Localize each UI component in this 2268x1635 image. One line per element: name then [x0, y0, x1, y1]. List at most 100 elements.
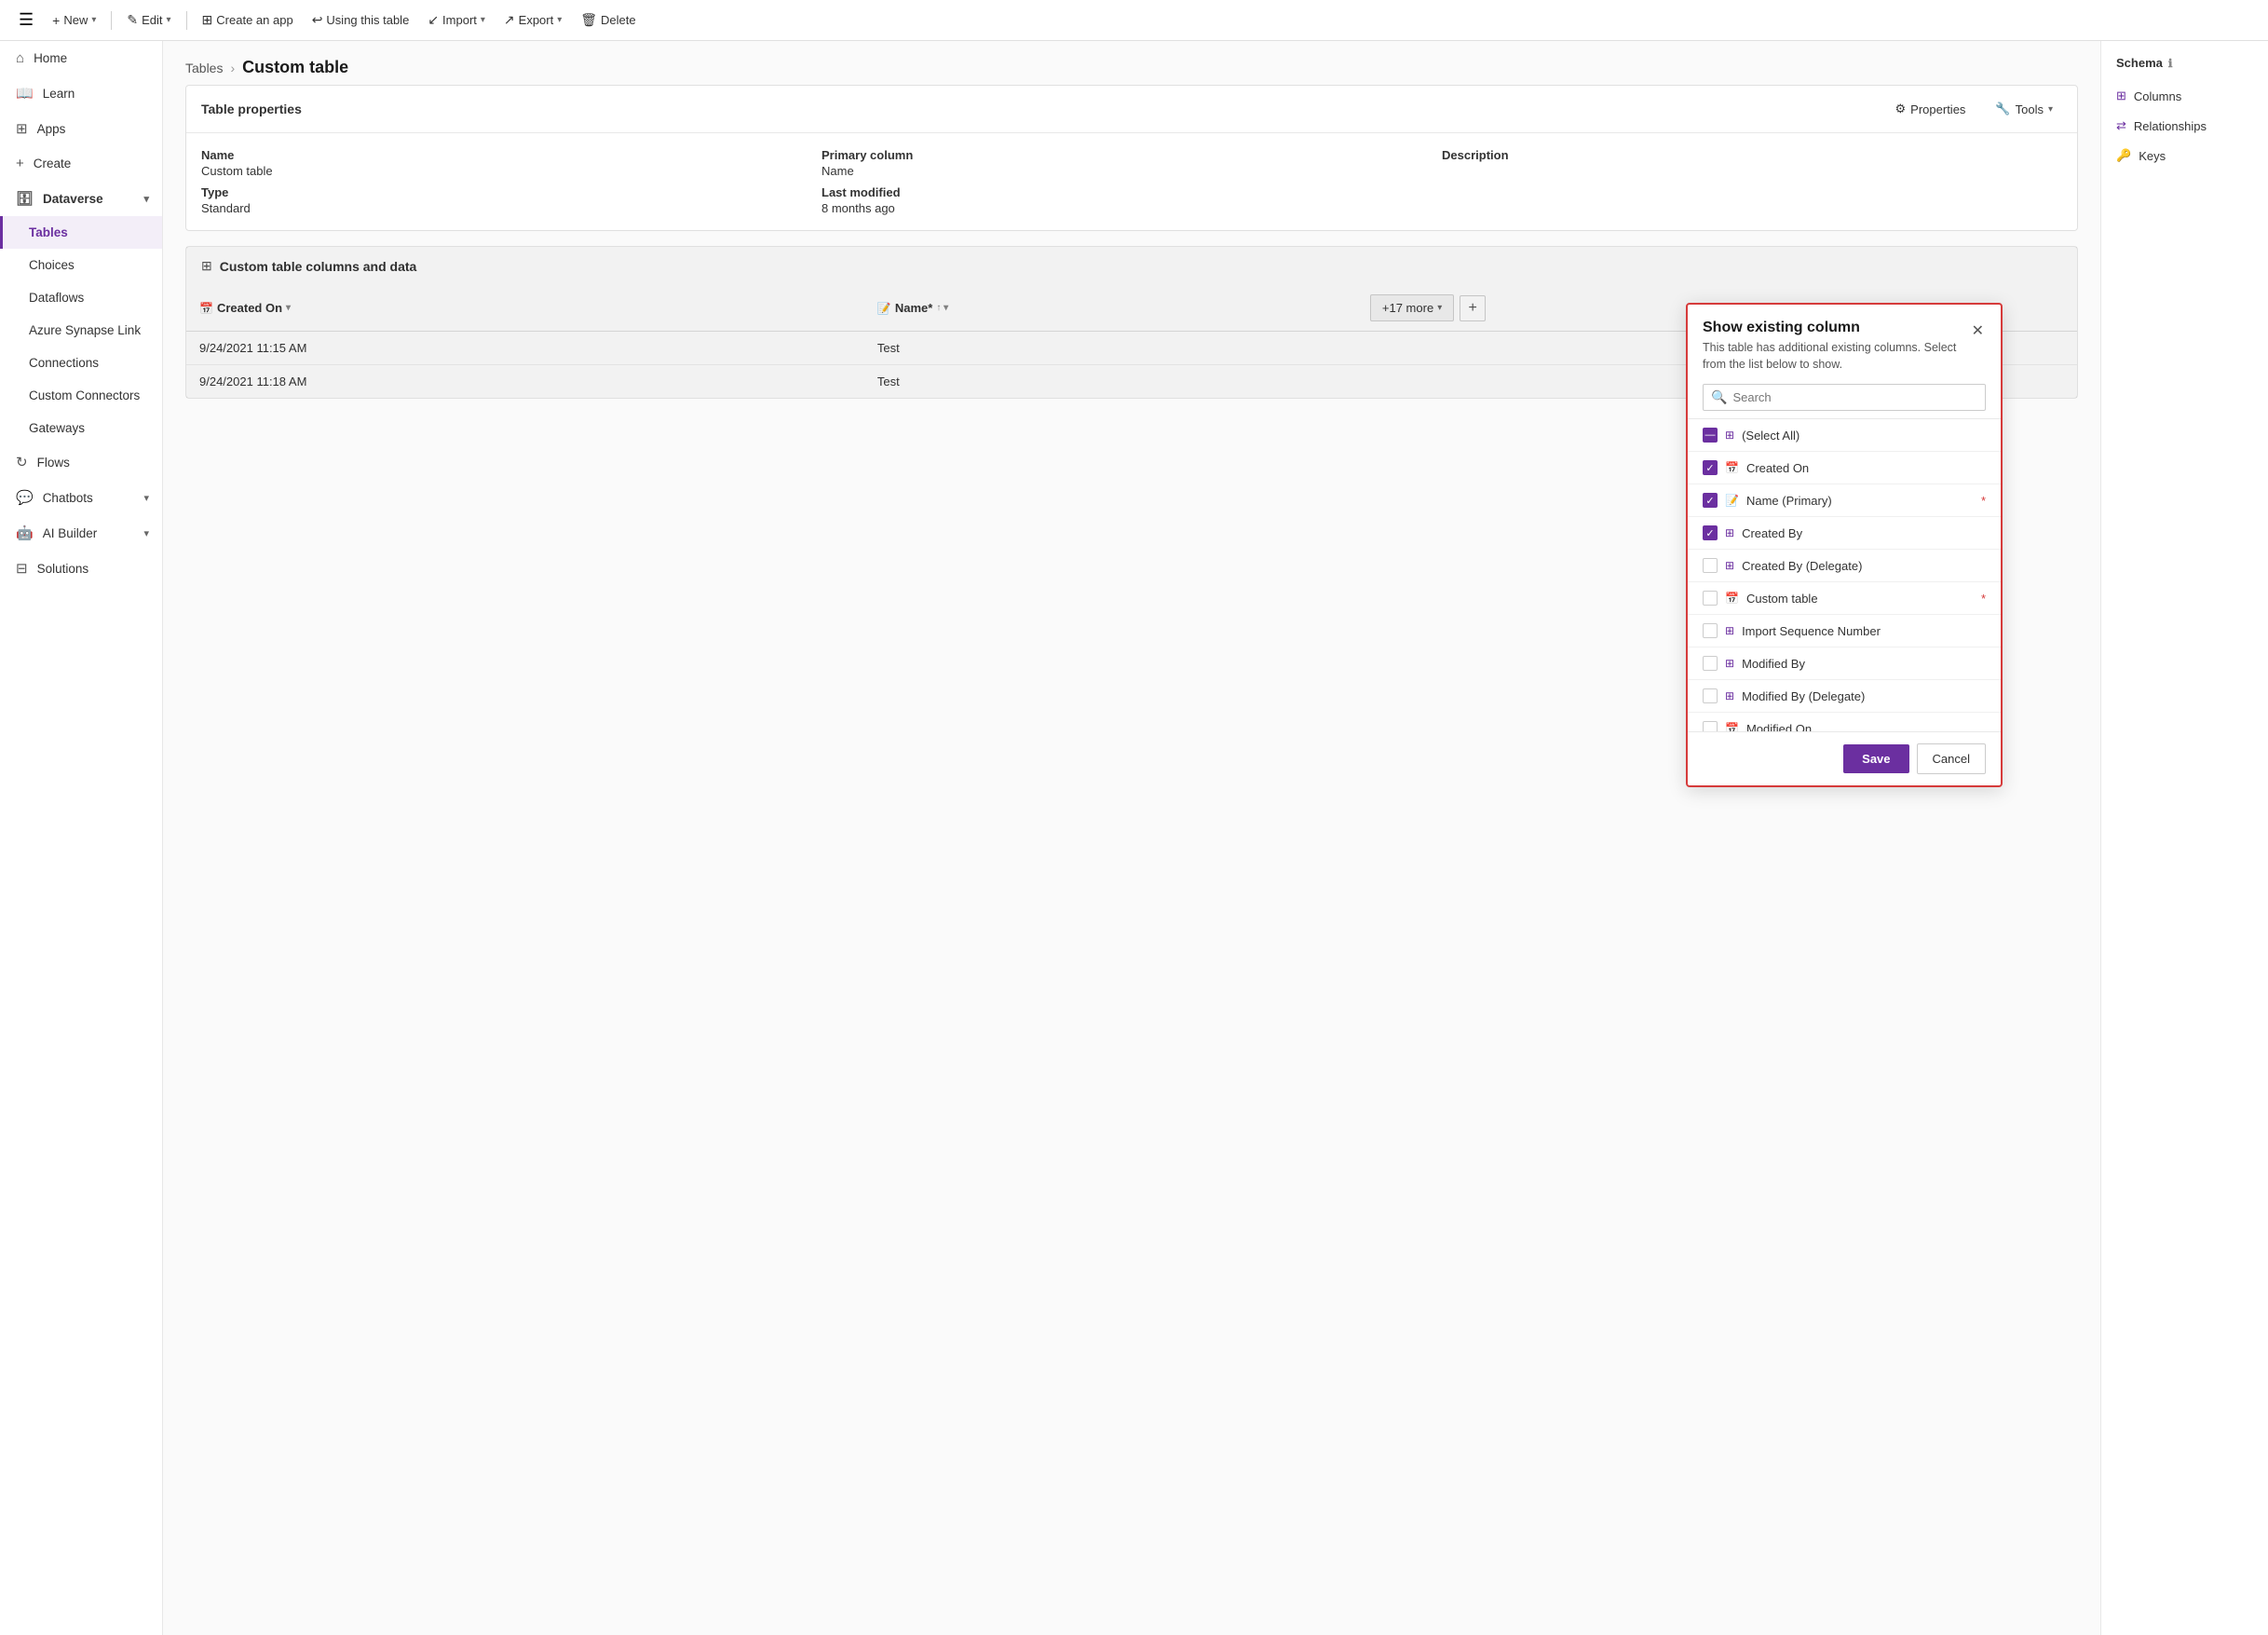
sidebar-item-solutions[interactable]: ⊟ Solutions	[0, 551, 162, 586]
tools-btn[interactable]: 🔧 Tools ▾	[1986, 97, 2062, 121]
modal-save-btn[interactable]: Save	[1843, 744, 1908, 773]
required-marker-custom-table: *	[1981, 592, 1986, 606]
new-label: New	[63, 13, 88, 27]
schema-item-columns[interactable]: ⊞ Columns	[2101, 81, 2268, 111]
sidebar-item-ai-builder[interactable]: 🤖 AI Builder ▾	[0, 515, 162, 551]
item-label-name-primary: Name (Primary)	[1746, 494, 1972, 508]
checkbox-select-all[interactable]	[1703, 428, 1718, 443]
create-app-icon: ⊞	[202, 12, 213, 28]
checkbox-created-on[interactable]	[1703, 460, 1718, 475]
sidebar-item-gateways[interactable]: Gateways	[0, 412, 162, 444]
import-btn[interactable]: ↙ Import ▾	[420, 8, 493, 32]
sidebar-label-gateways: Gateways	[29, 421, 85, 435]
sidebar: ⌂ Home 📖 Learn ⊞ Apps + Create 🗄 Dataver…	[0, 41, 163, 1635]
sidebar-item-dataverse[interactable]: 🗄 Dataverse ▾	[0, 181, 162, 216]
checkbox-modified-by[interactable]	[1703, 656, 1718, 671]
modal-item-import-seq[interactable]: ⊞ Import Sequence Number	[1688, 615, 2001, 647]
sidebar-item-custom-connectors[interactable]: Custom Connectors	[0, 379, 162, 412]
modal-item-name-primary[interactable]: 📝 Name (Primary) *	[1688, 484, 2001, 517]
modal-item-created-by-delegate[interactable]: ⊞ Created By (Delegate)	[1688, 550, 2001, 582]
export-label: Export	[519, 13, 554, 27]
modal-item-select-all[interactable]: ⊞ (Select All)	[1688, 419, 2001, 452]
modal-item-modified-on[interactable]: 📅 Modified On	[1688, 713, 2001, 731]
card-header: Table properties ⚙ Properties 🔧 Tools ▾	[186, 86, 2077, 133]
ai-builder-chevron: ▾	[143, 527, 149, 539]
required-marker-name: *	[1981, 494, 1986, 508]
edit-btn[interactable]: ✎ Edit ▾	[119, 8, 178, 32]
sidebar-item-chatbots[interactable]: 💬 Chatbots ▾	[0, 480, 162, 515]
using-table-btn[interactable]: ↩ Using this table	[305, 8, 417, 32]
sidebar-label-chatbots: Chatbots	[43, 491, 93, 505]
checkbox-modified-by-delegate[interactable]	[1703, 688, 1718, 703]
name-primary-item-icon: 📝	[1725, 494, 1739, 507]
sidebar-item-flows[interactable]: ↻ Flows	[0, 444, 162, 480]
create-app-btn[interactable]: ⊞ Create an app	[195, 8, 301, 32]
export-chevron: ▾	[557, 15, 562, 25]
card-title: Table properties	[201, 102, 302, 116]
item-label-import-seq: Import Sequence Number	[1742, 624, 1986, 638]
toolbar: ☰ + New ▾ ✎ Edit ▾ ⊞ Create an app ↩ Usi…	[0, 0, 2268, 41]
prop-primary-col: Primary column Name	[822, 148, 1442, 178]
schema-item-keys[interactable]: 🔑 Keys	[2101, 141, 2268, 170]
tools-chevron: ▾	[2048, 104, 2053, 115]
checkbox-created-by-delegate[interactable]	[1703, 558, 1718, 573]
sidebar-item-home[interactable]: ⌂ Home	[0, 41, 162, 75]
modal-header: Show existing column This table has addi…	[1688, 305, 2001, 380]
item-label-created-by: Created By	[1742, 526, 1986, 540]
item-label-modified-on: Modified On	[1746, 722, 1986, 732]
prop-name-value: Custom table	[201, 164, 822, 178]
sidebar-label-custom-connectors: Custom Connectors	[29, 388, 140, 402]
breadcrumb-current: Custom table	[242, 58, 348, 77]
home-icon: ⌂	[16, 50, 24, 66]
dataverse-chevron: ▾	[143, 193, 149, 205]
modal-item-modified-by[interactable]: ⊞ Modified By	[1688, 647, 2001, 680]
modal-search-box[interactable]: 🔍	[1703, 384, 1986, 411]
breadcrumb-parent[interactable]: Tables	[185, 61, 223, 75]
sidebar-item-choices[interactable]: Choices	[0, 249, 162, 281]
new-btn[interactable]: + New ▾	[45, 9, 103, 32]
sidebar-label-flows: Flows	[37, 456, 70, 470]
checkbox-created-by[interactable]	[1703, 525, 1718, 540]
props-grid: Name Custom table Primary column Name De…	[186, 133, 2077, 230]
edit-chevron: ▾	[167, 15, 171, 25]
sidebar-item-connections[interactable]: Connections	[0, 347, 162, 379]
import-chevron: ▾	[481, 15, 485, 25]
modified-by-item-icon: ⊞	[1725, 657, 1734, 670]
learn-icon: 📖	[16, 85, 34, 102]
schema-item-relationships[interactable]: ⇄ Relationships	[2101, 111, 2268, 141]
modal-item-custom-table[interactable]: 📅 Custom table *	[1688, 582, 2001, 615]
using-table-icon: ↩	[312, 12, 323, 28]
sidebar-item-tables[interactable]: Tables	[0, 216, 162, 249]
import-label: Import	[442, 13, 477, 27]
chatbots-chevron: ▾	[143, 492, 149, 504]
modified-on-item-icon: 📅	[1725, 722, 1739, 731]
checkbox-import-seq[interactable]	[1703, 623, 1718, 638]
modal-item-created-by[interactable]: ⊞ Created By	[1688, 517, 2001, 550]
sidebar-item-azure-synapse[interactable]: Azure Synapse Link	[0, 314, 162, 347]
export-btn[interactable]: ↗ Export ▾	[496, 8, 569, 32]
checkbox-name-primary[interactable]	[1703, 493, 1718, 508]
checkbox-modified-on[interactable]	[1703, 721, 1718, 731]
modal-search-input[interactable]	[1732, 390, 1977, 404]
schema-columns-label: Columns	[2134, 89, 2181, 103]
modal-close-btn[interactable]: ✕	[1970, 320, 1986, 342]
prop-modified-value: 8 months ago	[822, 201, 1442, 215]
properties-btn[interactable]: ⚙ Properties	[1886, 97, 1976, 121]
modal-item-created-on[interactable]: 📅 Created On	[1688, 452, 2001, 484]
tools-icon: 🔧	[1995, 102, 2010, 116]
sidebar-item-create[interactable]: + Create	[0, 146, 162, 181]
prop-modified-label: Last modified	[822, 185, 1442, 199]
prop-desc-label: Description	[1442, 148, 2062, 162]
delete-label: Delete	[601, 13, 636, 27]
created-on-item-icon: 📅	[1725, 461, 1739, 474]
solutions-icon: ⊟	[16, 560, 28, 577]
modal-cancel-btn[interactable]: Cancel	[1917, 743, 1986, 774]
modal-item-modified-by-delegate[interactable]: ⊞ Modified By (Delegate)	[1688, 680, 2001, 713]
checkbox-custom-table[interactable]	[1703, 591, 1718, 606]
hamburger-btn[interactable]: ☰	[11, 3, 41, 37]
sidebar-item-dataflows[interactable]: Dataflows	[0, 281, 162, 314]
sidebar-item-apps[interactable]: ⊞ Apps	[0, 111, 162, 146]
delete-btn[interactable]: 🗑 Delete	[573, 8, 643, 32]
sidebar-label-solutions: Solutions	[37, 562, 89, 576]
sidebar-item-learn[interactable]: 📖 Learn	[0, 75, 162, 111]
